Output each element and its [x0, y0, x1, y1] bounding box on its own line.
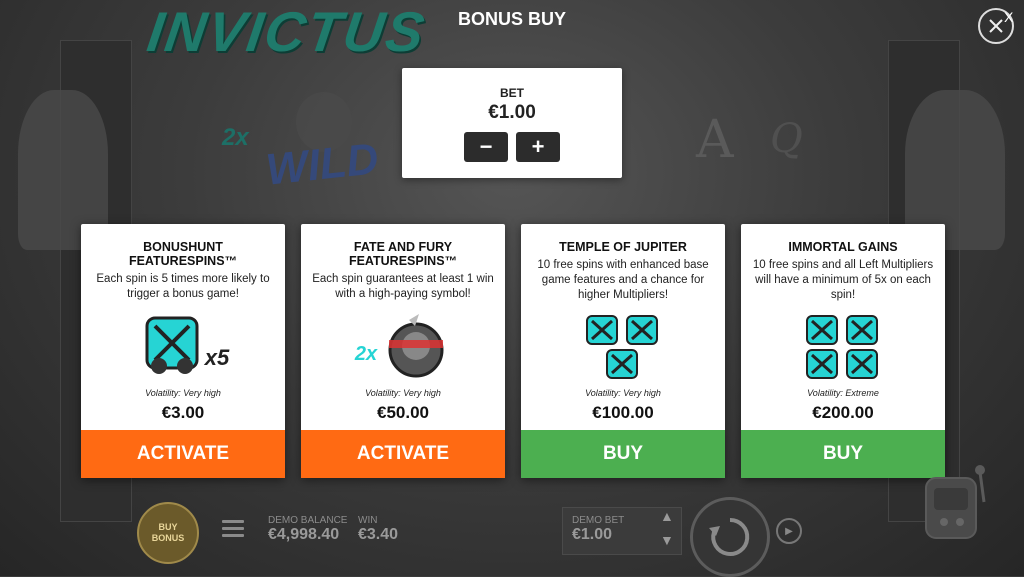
demo-bet-value: €1.00 [572, 526, 613, 543]
autoplay-icon[interactable]: ▶ [776, 518, 802, 544]
symbol-q: Q [770, 116, 803, 162]
card-description: 10 free spins and all Left Multipliers w… [752, 259, 934, 301]
mascot-character [920, 462, 992, 570]
bonus-buy-title: BONUS BUY [457, 9, 566, 29]
volatility-label: Volatility: Extreme [807, 388, 879, 398]
card-description: 10 free spins with enhanced base game fe… [537, 259, 709, 301]
card-price: €200.00 [812, 403, 874, 422]
close-label[interactable]: X [1004, 9, 1013, 25]
card-title-line1: IMMORTAL GAINS [788, 240, 898, 254]
feature-card-temple-of-jupiter: TEMPLE OF JUPITER 10 free spins with enh… [521, 224, 725, 478]
bonushunt-symbol-art: x5 [81, 312, 285, 382]
bet-label: BET [500, 86, 524, 100]
card-price: €50.00 [377, 403, 429, 422]
card-title: IMMORTAL GAINS [741, 240, 945, 254]
bet-value: €1.00 [488, 102, 536, 123]
wild-multiplier-text: 2x [222, 124, 249, 151]
feature-card-immortal-gains: IMMORTAL GAINS 10 free spins and all Lef… [741, 224, 945, 478]
fate-and-fury-symbol-art: 2x [301, 312, 505, 382]
increase-bet-button[interactable]: + [516, 132, 560, 162]
card-title-line1: BONUSHUNT [143, 240, 223, 254]
card-title: FATE AND FURY FEATURESPINS™ [301, 240, 505, 268]
card-title: BONUSHUNT FEATURESPINS™ [81, 240, 285, 268]
buy-bonus-label-line2: BONUS [151, 533, 185, 543]
volatility-label: Volatility: Very high [145, 388, 221, 398]
card-price: €3.00 [161, 403, 205, 422]
buy-bonus-label-line1: BUY [158, 522, 178, 532]
close-icon [989, 19, 1003, 33]
symbol-a: A [696, 110, 734, 170]
bet-panel: BET €1.00 − + [402, 68, 622, 178]
four-scatter-symbols-art [741, 312, 945, 382]
card-title-line1: FATE AND FURY [353, 240, 453, 254]
demo-balance-value: €4,998.40 [268, 526, 340, 543]
buy-bonus-button[interactable]: BUY BONUS [137, 502, 199, 564]
scatter-symbols-icon [806, 315, 878, 379]
card-title: TEMPLE OF JUPITER [521, 240, 725, 254]
feature-card-fate-and-fury: FATE AND FURY FEATURESPINS™ Each spin gu… [301, 224, 505, 478]
feature-card-bonushunt: BONUSHUNT FEATURESPINS™ Each spin is 5 t… [81, 224, 285, 478]
multiplier-label: 2x [354, 342, 378, 365]
card-price: €100.00 [592, 403, 654, 422]
multiplier-label: x5 [204, 345, 230, 370]
bet-up-arrow-icon[interactable]: ▲ [660, 508, 674, 524]
demo-balance-label: DEMO BALANCE [268, 515, 348, 526]
scatter-symbols-icon [586, 315, 658, 379]
buy-button[interactable]: BUY [521, 430, 725, 478]
demo-bet-label: DEMO BET [572, 515, 625, 526]
helmet-symbol-icon [388, 314, 444, 378]
spin-button[interactable] [690, 497, 770, 577]
three-scatter-symbols-art [521, 312, 725, 382]
decrease-bet-button[interactable]: − [464, 132, 508, 162]
spin-icon [709, 517, 750, 556]
card-title-line1: TEMPLE OF JUPITER [559, 240, 687, 254]
menu-icon[interactable] [222, 520, 244, 538]
buy-button[interactable]: BUY [741, 430, 945, 478]
card-title-line2: FEATURESPINS™ [348, 254, 458, 268]
card-description: Each spin is 5 times more likely to trig… [96, 273, 270, 300]
card-title-line2: FEATURESPINS™ [128, 254, 238, 268]
bet-down-arrow-icon[interactable]: ▼ [660, 532, 674, 548]
win-value: €3.40 [358, 526, 399, 543]
activate-button[interactable]: ACTIVATE [301, 430, 505, 478]
volatility-label: Volatility: Very high [585, 388, 661, 398]
volatility-label: Volatility: Very high [365, 388, 441, 398]
activate-button[interactable]: ACTIVATE [81, 430, 285, 478]
card-description: Each spin guarantees at least 1 win with… [312, 273, 494, 300]
win-label: WIN [358, 515, 378, 526]
